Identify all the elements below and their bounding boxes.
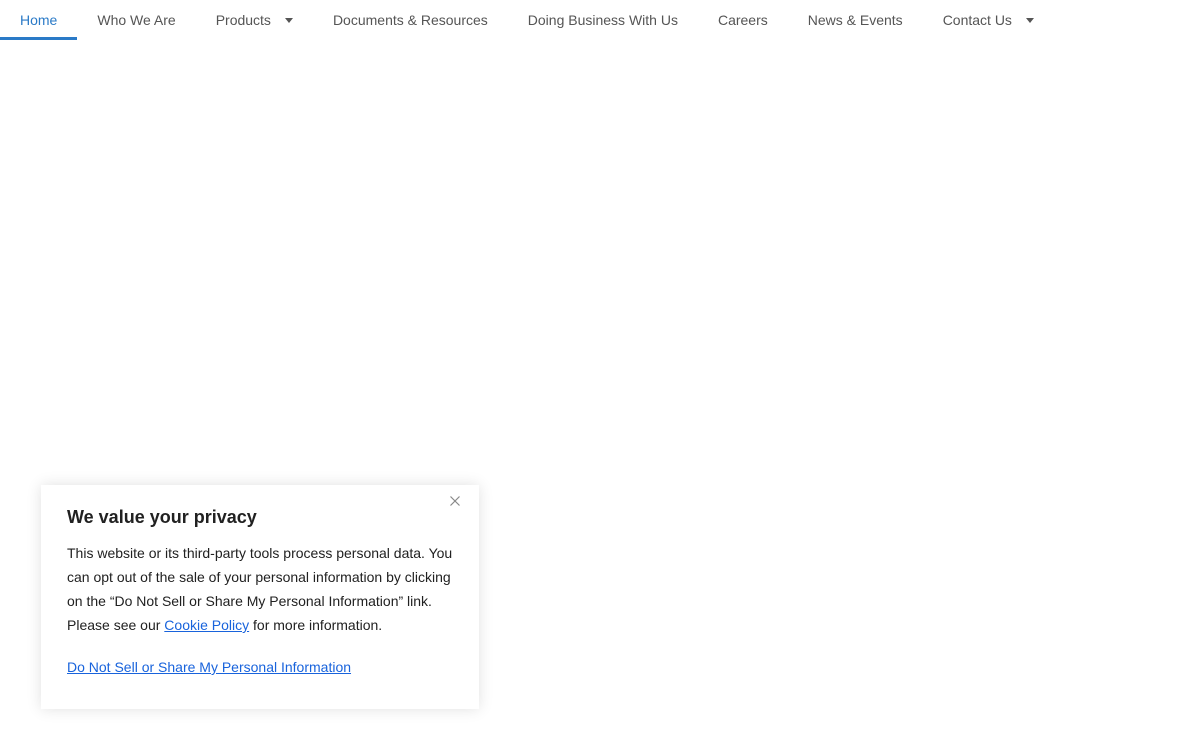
nav-item-who-we-are[interactable]: Who We Are xyxy=(77,0,195,40)
nav-item-careers[interactable]: Careers xyxy=(698,0,788,40)
cookie-policy-link[interactable]: Cookie Policy xyxy=(164,617,249,633)
nav-item-home[interactable]: Home xyxy=(0,0,78,40)
nav-item-products[interactable]: Products xyxy=(196,0,313,40)
caret-down-icon xyxy=(284,17,293,23)
nav-item-label: Documents & Resources xyxy=(332,12,488,28)
nav-item-label: News & Events xyxy=(807,12,903,28)
consent-title: We value your privacy xyxy=(67,507,257,527)
nav-item-label: Home xyxy=(20,12,58,28)
nav-item-label: Who We Are xyxy=(97,12,176,28)
do-not-sell-link[interactable]: Do Not Sell or Share My Personal Informa… xyxy=(67,659,351,675)
nav-item-label: Contact Us xyxy=(942,12,1012,28)
close-button[interactable] xyxy=(449,495,465,511)
caret-down-icon xyxy=(1025,17,1034,23)
nav-item-documents-resources[interactable]: Documents & Resources xyxy=(313,0,508,40)
nav-item-news-events[interactable]: News & Events xyxy=(788,0,923,40)
nav-item-contact-us[interactable]: Contact Us xyxy=(923,0,1054,40)
main-navigation: Home Who We Are Products Documents & Res… xyxy=(0,0,1200,40)
nav-item-doing-business[interactable]: Doing Business With Us xyxy=(508,0,698,40)
nav-item-label: Products xyxy=(215,12,271,28)
close-icon xyxy=(450,496,460,506)
privacy-consent-banner: We value your privacy This website or it… xyxy=(41,485,479,709)
nav-item-label: Doing Business With Us xyxy=(527,12,678,28)
nav-item-label: Careers xyxy=(717,12,768,28)
consent-description: This website or its third-party tools pr… xyxy=(67,541,453,637)
consent-text-end: for more information. xyxy=(249,617,383,633)
